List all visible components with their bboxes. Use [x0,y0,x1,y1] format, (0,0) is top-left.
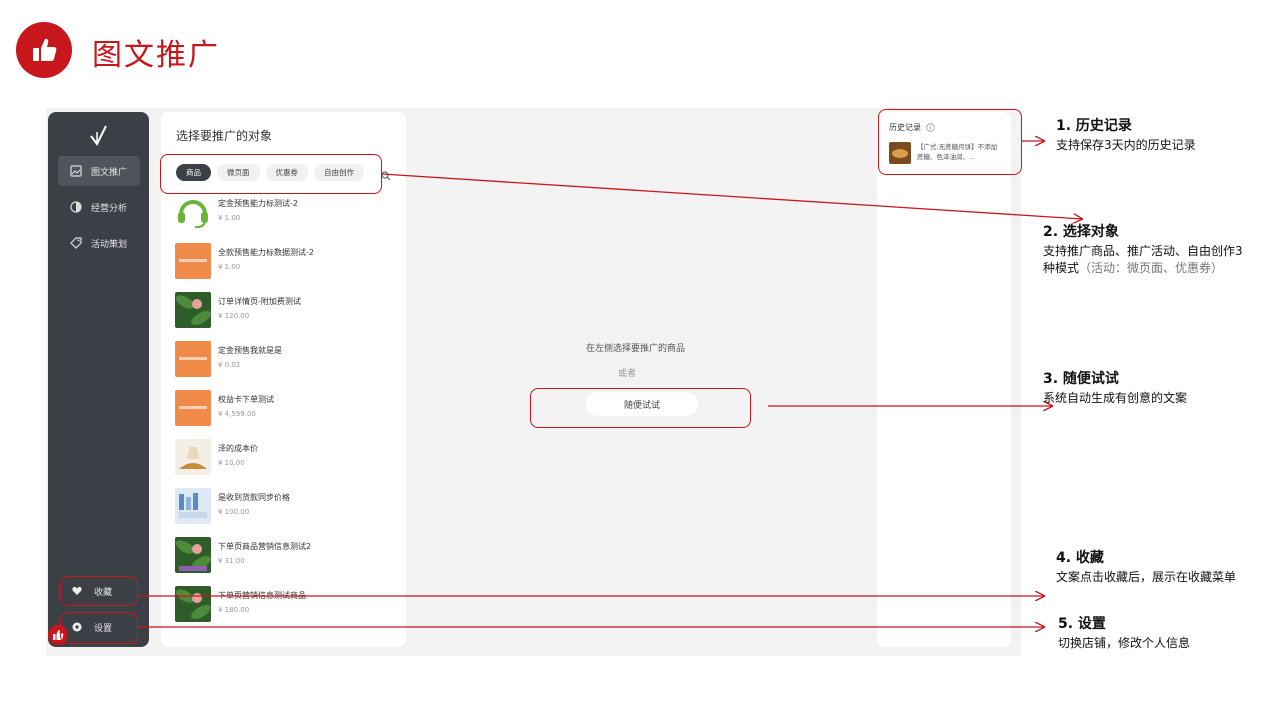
product-price: ¥ 0.02 [218,361,241,369]
product-item[interactable]: 泽的成本价 ¥ 10.00 [175,439,395,477]
product-item[interactable]: 定金预售我就是是 ¥ 0.02 [175,341,395,379]
product-item[interactable]: 全款预售能力标数据测试-2 ¥ 1.00 [175,243,395,281]
sidebar-item-label: 活动策划 [91,239,128,250]
product-item[interactable]: 权益卡下单测试 ¥ 4,599.00 [175,390,395,428]
highlight-try-button [530,388,751,428]
annotation-desc-note: （活动：微页面、优惠券） [1079,261,1224,275]
product-item[interactable]: 订单详情页-附加费测试 ¥ 120.00 [175,292,395,330]
product-item[interactable]: 是收到货款同步价格 ¥ 100.00 [175,488,395,526]
highlight-tabs [160,154,382,194]
product-thumbnail [175,537,211,573]
sidebar-item-analysis[interactable]: 经营分析 [58,192,140,222]
product-name: 泽的成本价 [218,444,258,453]
or-separator: 或者 [618,369,637,379]
annotation-history: 1. 历史记录 支持保存3天内的历史记录 [1056,115,1196,154]
product-price: ¥ 100.00 [218,508,250,516]
product-thumbnail [175,341,211,377]
product-thumbnail [175,243,211,279]
product-name: 定金预售我就是是 [218,346,282,355]
image-text-icon [70,165,82,177]
product-thumbnail [175,439,211,475]
annotation-title: 3. 随便试试 [1043,371,1119,387]
thumbs-up-icon [16,22,72,78]
product-price: ¥ 180.00 [218,606,250,614]
product-price: ¥ 4,599.00 [218,410,256,418]
search-icon[interactable] [381,166,391,181]
annotation-settings: 5. 设置 切换店铺，修改个人信息 [1058,613,1190,652]
sidebar-item-campaign[interactable]: 活动策划 [58,228,140,258]
product-thumbnail [175,488,211,524]
annotation-desc: 支持推广商品、推广活动、自由创作3种模式（活动：微页面、优惠券） [1043,243,1253,277]
product-item[interactable]: 定金预售能力标测试-2 ¥ 1.00 [175,194,395,232]
product-thumbnail [175,292,211,328]
pie-chart-icon [70,201,82,213]
annotation-desc: 文案点击收藏后，展示在收藏菜单 [1056,570,1237,584]
sidebar: 图文推广 经营分析 活动策划 收藏 设置 [48,112,149,647]
annotation-desc: 系统自动生成有创意的文案 [1043,391,1188,405]
product-price: ¥ 1.00 [218,263,241,271]
product-thumbnail [175,586,211,622]
annotation-desc: 切换店铺，修改个人信息 [1058,636,1191,650]
annotation-favorites: 4. 收藏 文案点击收藏后，展示在收藏菜单 [1056,547,1236,586]
annotation-title: 5. 设置 [1058,616,1106,632]
product-price: ¥ 120.00 [218,312,250,320]
highlight-favorites [60,576,138,606]
product-price: ¥ 31.00 [218,557,245,565]
product-name: 是收到货款同步价格 [218,493,290,502]
product-price: ¥ 10.00 [218,459,245,467]
product-thumbnail [175,390,211,426]
product-name: 下单页商品营销信息测试2 [218,542,312,551]
empty-state-hint: 在左侧选择要推广的商品 [586,344,686,354]
product-item[interactable]: 下单页商品营销信息测试2 ¥ 31.00 [175,537,395,575]
panel-title: 选择要推广的对象 [176,129,273,143]
sidebar-item-label: 经营分析 [91,203,128,214]
product-item[interactable]: 下单页营销信息测试商品 ¥ 180.00 [175,586,395,624]
annotation-title: 4. 收藏 [1056,550,1104,566]
highlight-history [878,109,1022,175]
highlight-settings [60,612,138,644]
product-name: 定金预售能力标测试-2 [218,199,298,208]
page-title: 图文推广 [92,38,220,73]
product-thumbnail [175,194,211,230]
slide: 图文推广 图文推广 经营分析 活动策划 收藏 设置 选择要推广的对象 商品 微页… [0,0,1280,714]
annotation-title: 2. 选择对象 [1043,224,1119,240]
checkmark-logo-icon [88,124,110,148]
product-price: ¥ 1.00 [218,214,241,222]
sidebar-item-promotion[interactable]: 图文推广 [58,156,140,186]
history-panel: 历史记录 【广式.无蔗糖月饼】不添加蔗糖、色泽油润、... [877,112,1011,647]
annotation-select-object: 2. 选择对象 支持推广商品、推广活动、自由创作3种模式（活动：微页面、优惠券） [1043,221,1253,277]
annotation-title: 1. 历史记录 [1056,118,1132,134]
annotation-try-random: 3. 随便试试 系统自动生成有创意的文案 [1043,368,1187,407]
product-name: 订单详情页-附加费测试 [218,297,301,306]
product-name: 全款预售能力标数据测试-2 [218,248,314,257]
tag-icon [70,237,82,249]
product-name: 下单页营销信息测试商品 [218,591,306,600]
product-name: 权益卡下单测试 [218,395,274,404]
sidebar-item-label: 图文推广 [91,167,128,178]
annotation-desc: 支持保存3天内的历史记录 [1056,138,1196,152]
